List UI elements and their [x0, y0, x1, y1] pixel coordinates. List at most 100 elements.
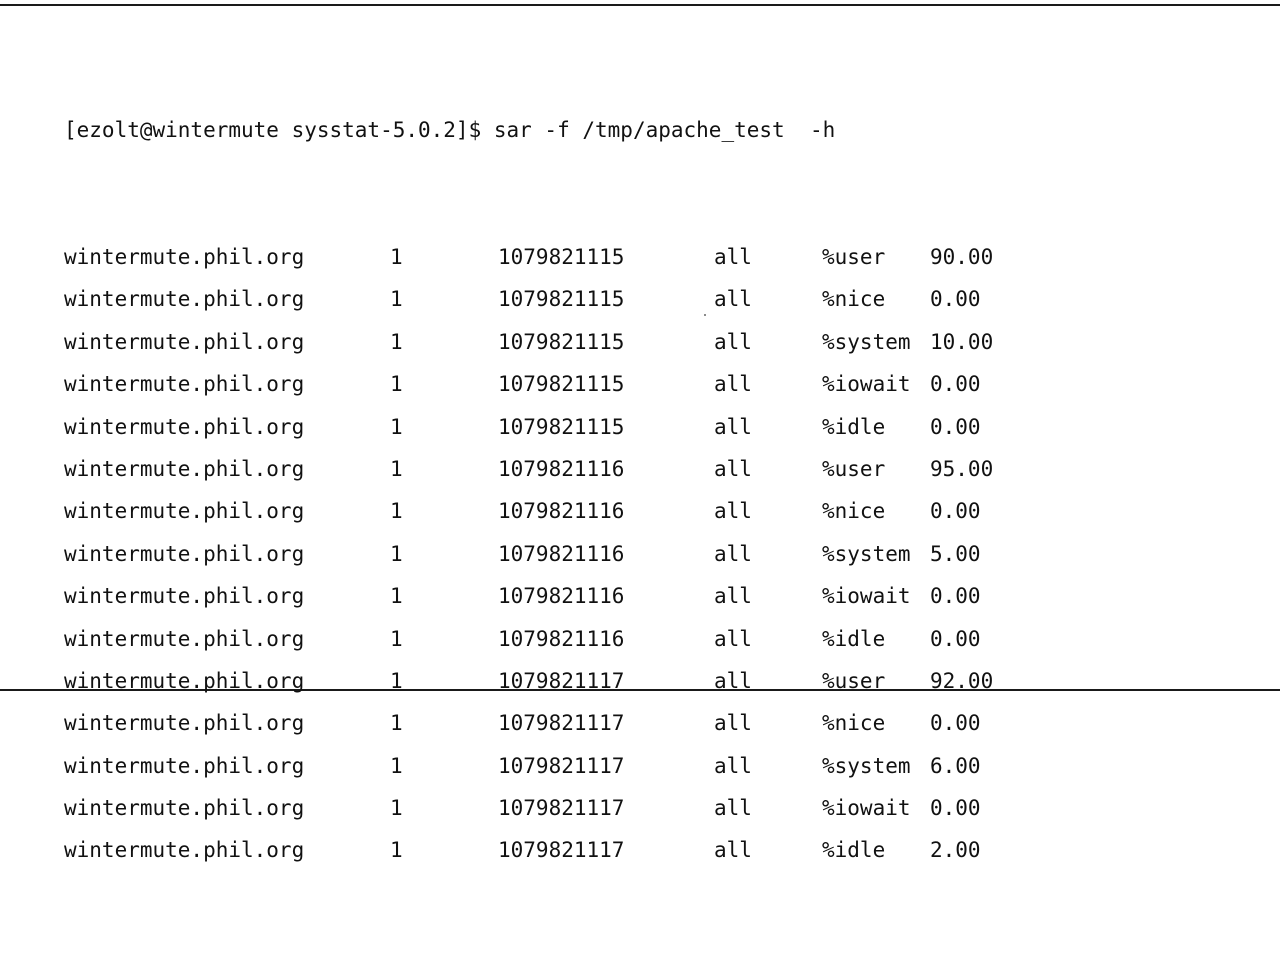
- interval-cell: 1: [390, 541, 403, 566]
- cpu-cell: all: [714, 541, 752, 566]
- value-cell: 92.00: [930, 668, 994, 693]
- timestamp-cell: 1079821117: [498, 711, 625, 736]
- interval-cell: 1: [390, 711, 403, 736]
- value-cell: 0.00: [930, 499, 981, 524]
- value-cell: 0.00: [930, 414, 981, 439]
- output-row: wintermute.phil.org 1 1079821115 all %nice 0.…: [64, 278, 1064, 320]
- metric-cell: %nice: [822, 499, 886, 524]
- timestamp-cell: 1079821115: [498, 329, 625, 354]
- value-cell: 6.00: [930, 753, 981, 778]
- scan-speck: [704, 314, 706, 316]
- metric-cell: %iowait: [822, 372, 911, 397]
- interval-cell: 1: [390, 796, 403, 821]
- output-row: wintermute.phil.org 1 1079821117 all %system…: [64, 745, 1064, 787]
- hostname-cell: wintermute.phil.org: [64, 753, 305, 778]
- hostname-cell: wintermute.phil.org: [64, 245, 305, 270]
- cpu-cell: all: [714, 245, 752, 270]
- interval-cell: 1: [390, 584, 403, 609]
- hostname-cell: wintermute.phil.org: [64, 838, 305, 863]
- cpu-cell: all: [714, 668, 752, 693]
- metric-cell: %user: [822, 456, 886, 481]
- output-row: wintermute.phil.org 1 1079821116 all %system…: [64, 533, 1064, 575]
- cpu-cell: all: [714, 753, 752, 778]
- timestamp-cell: 1079821116: [498, 584, 625, 609]
- cpu-cell: all: [714, 584, 752, 609]
- timestamp-cell: 1079821115: [498, 287, 625, 312]
- value-cell: 0.00: [930, 626, 981, 651]
- cpu-cell: all: [714, 838, 752, 863]
- hostname-cell: wintermute.phil.org: [64, 414, 305, 439]
- metric-cell: %iowait: [822, 796, 911, 821]
- output-row: wintermute.phil.org 1 1079821117 all %user 92…: [64, 660, 1064, 702]
- value-cell: 0.00: [930, 584, 981, 609]
- timestamp-cell: 1079821115: [498, 414, 625, 439]
- interval-cell: 1: [390, 456, 403, 481]
- interval-cell: 1: [390, 287, 403, 312]
- output-row: wintermute.phil.org 1 1079821116 all %user 95…: [64, 448, 1064, 490]
- timestamp-cell: 1079821117: [498, 796, 625, 821]
- metric-cell: %nice: [822, 287, 886, 312]
- hostname-cell: wintermute.phil.org: [64, 456, 305, 481]
- interval-cell: 1: [390, 372, 403, 397]
- value-cell: 2.00: [930, 838, 981, 863]
- cpu-cell: all: [714, 329, 752, 354]
- interval-cell: 1: [390, 414, 403, 439]
- hostname-cell: wintermute.phil.org: [64, 499, 305, 524]
- timestamp-cell: 1079821115: [498, 245, 625, 270]
- metric-cell: %user: [822, 245, 886, 270]
- output-row: wintermute.phil.org 1 1079821117 all %nice 0.…: [64, 702, 1064, 744]
- hostname-cell: wintermute.phil.org: [64, 329, 305, 354]
- hostname-cell: wintermute.phil.org: [64, 287, 305, 312]
- cpu-cell: all: [714, 287, 752, 312]
- cpu-cell: all: [714, 414, 752, 439]
- cpu-cell: all: [714, 711, 752, 736]
- timestamp-cell: 1079821116: [498, 626, 625, 651]
- metric-cell: %system: [822, 753, 911, 778]
- hostname-cell: wintermute.phil.org: [64, 796, 305, 821]
- timestamp-cell: 1079821115: [498, 372, 625, 397]
- cpu-cell: all: [714, 796, 752, 821]
- cpu-cell: all: [714, 372, 752, 397]
- timestamp-cell: 1079821117: [498, 668, 625, 693]
- hostname-cell: wintermute.phil.org: [64, 668, 305, 693]
- interval-cell: 1: [390, 626, 403, 651]
- output-row: wintermute.phil.org 1 1079821115 all %user 90…: [64, 236, 1064, 278]
- output-row: wintermute.phil.org 1 1079821115 all %system…: [64, 321, 1064, 363]
- value-cell: 95.00: [930, 456, 994, 481]
- output-row: wintermute.phil.org 1 1079821116 all %idle 0.…: [64, 618, 1064, 660]
- output-row: wintermute.phil.org 1 1079821117 all %iowait…: [64, 787, 1064, 829]
- output-row: wintermute.phil.org 1 1079821116 all %nice 0.…: [64, 490, 1064, 532]
- sar-output-rows: wintermute.phil.org 1 1079821115 all %user 90…: [64, 236, 1064, 872]
- cpu-cell: all: [714, 499, 752, 524]
- hostname-cell: wintermute.phil.org: [64, 372, 305, 397]
- value-cell: 90.00: [930, 245, 994, 270]
- metric-cell: %idle: [822, 838, 886, 863]
- output-row: wintermute.phil.org 1 1079821117 all %idle 2.…: [64, 829, 1064, 871]
- metric-cell: %iowait: [822, 584, 911, 609]
- interval-cell: 1: [390, 838, 403, 863]
- metric-cell: %nice: [822, 711, 886, 736]
- interval-cell: 1: [390, 753, 403, 778]
- interval-cell: 1: [390, 668, 403, 693]
- metric-cell: %system: [822, 541, 911, 566]
- output-row: wintermute.phil.org 1 1079821116 all %iowait…: [64, 575, 1064, 617]
- timestamp-cell: 1079821116: [498, 456, 625, 481]
- interval-cell: 1: [390, 499, 403, 524]
- cpu-cell: all: [714, 456, 752, 481]
- metric-cell: %idle: [822, 626, 886, 651]
- value-cell: 0.00: [930, 372, 981, 397]
- value-cell: 0.00: [930, 711, 981, 736]
- metric-cell: %user: [822, 668, 886, 693]
- terminal-frame: [ezolt@wintermute sysstat-5.0.2]$ sar -f…: [0, 4, 1280, 862]
- hostname-cell: wintermute.phil.org: [64, 711, 305, 736]
- timestamp-cell: 1079821116: [498, 499, 625, 524]
- output-row: wintermute.phil.org 1 1079821115 all %iowait…: [64, 363, 1064, 405]
- interval-cell: 1: [390, 329, 403, 354]
- value-cell: 0.00: [930, 287, 981, 312]
- timestamp-cell: 1079821117: [498, 753, 625, 778]
- terminal-output: [ezolt@wintermute sysstat-5.0.2]$ sar -f…: [64, 24, 1064, 957]
- value-cell: 0.00: [930, 796, 981, 821]
- metric-cell: %system: [822, 329, 911, 354]
- timestamp-cell: 1079821116: [498, 541, 625, 566]
- hostname-cell: wintermute.phil.org: [64, 584, 305, 609]
